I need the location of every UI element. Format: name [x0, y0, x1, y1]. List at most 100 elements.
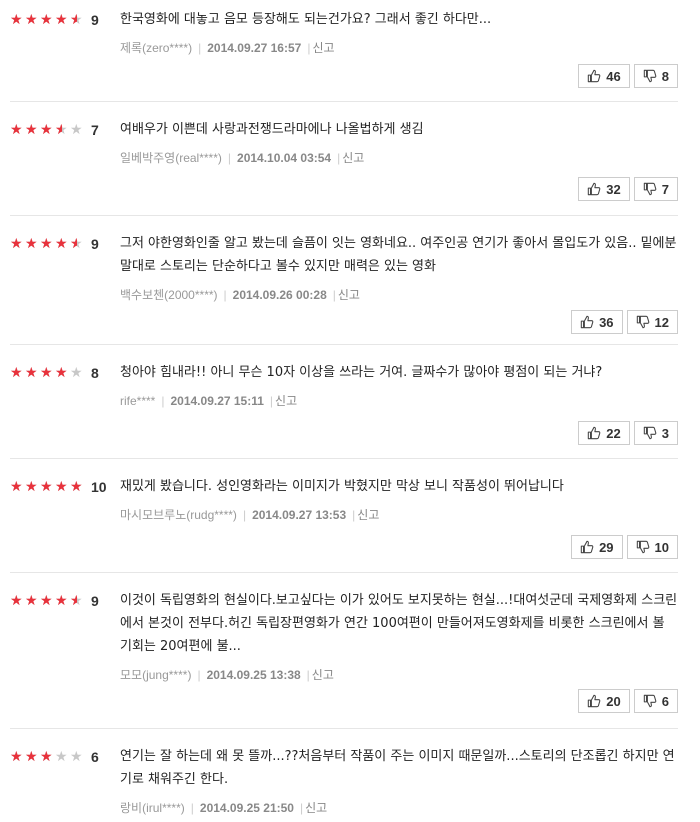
rating-score: 7 [91, 122, 99, 138]
like-button[interactable]: 46 [578, 64, 630, 88]
star-icon: ★ [70, 122, 83, 138]
vote-buttons: 46 8 [578, 64, 678, 88]
star-icon: ★ ★ [40, 749, 53, 765]
report-link[interactable]: 신고 [305, 801, 327, 815]
star-icon: ★ ★ [40, 365, 53, 381]
review-author[interactable]: 마시모브루노(rudg****) [120, 508, 237, 522]
like-count: 29 [599, 539, 614, 555]
dislike-count: 10 [654, 539, 669, 555]
star-icon: ★ [55, 749, 68, 765]
divider: | [306, 668, 310, 682]
review-author[interactable]: 백수보첸(2000****) [120, 288, 218, 302]
star-fill: ★ [40, 123, 53, 137]
report-link[interactable]: 신고 [312, 41, 334, 55]
divider: | [227, 151, 232, 165]
report-link[interactable]: 신고 [342, 151, 364, 165]
star-fill: ★ [25, 750, 38, 764]
like-count: 20 [606, 693, 621, 709]
review-body: 여배우가 이쁜데 사랑과전쟁드라마에나 나올법하게 생김 일베박주영(real**… [120, 118, 678, 166]
star-fill: ★ [10, 750, 23, 764]
review-date: 2014.09.25 21:50 [199, 801, 294, 815]
dislike-count: 3 [661, 425, 669, 441]
review-meta: rife**** | 2014.09.27 15:11 | 신고 [120, 392, 678, 409]
star-icon: ★ ★ [40, 12, 53, 28]
review-item: ★ ★ ★ ★ ★ ★ ★ ★ ★ ★ 9 한국영화에 대놓고 음모 등장해도 되는건가요? 그래서 … [10, 0, 678, 102]
rating-score: 8 [91, 365, 99, 381]
report-link[interactable]: 신고 [275, 394, 297, 408]
star-fill: ★ [40, 237, 53, 251]
review-author[interactable]: rife**** [120, 394, 155, 408]
thumbs-down-icon [636, 315, 650, 329]
review-text: 한국영화에 대놓고 음모 등장해도 되는건가요? 그래서 좋긴 하다만... [120, 12, 492, 27]
star-fill: ★ [55, 123, 62, 137]
divider: | [223, 288, 227, 302]
review-date: 2014.09.26 00:28 [232, 288, 327, 302]
review-author[interactable]: 랑비(irul****) [120, 801, 185, 815]
review-item: ★ ★ ★ ★ ★ ★ ★ ★ 6 연기는 잘 하는데 왜 못 뜰까...??처음부터 작품이 주… [10, 729, 678, 822]
rating: ★ ★ ★ ★ ★ ★ ★ ★ ★ ★ 9 [10, 10, 99, 30]
star-icon: ★ ★ [40, 122, 53, 138]
review-text: 재밌게 봤습니다. 성인영화라는 이미지가 박혔지만 막상 보니 작품성이 뛰어… [120, 479, 564, 494]
dislike-button[interactable]: 8 [633, 64, 678, 88]
like-button[interactable]: 20 [578, 689, 630, 713]
star-fill: ★ [40, 366, 53, 380]
star-fill: ★ [10, 237, 23, 251]
review-text: 청아야 힘내라!! 아니 무슨 10자 이상을 쓰라는 거여. 글짜수가 많아야… [120, 365, 603, 380]
star-fill: ★ [10, 366, 23, 380]
star-icon: ★ ★ [70, 12, 83, 28]
dislike-button[interactable]: 10 [626, 535, 678, 559]
review-author[interactable]: 모모(jung****) [120, 668, 191, 682]
thumbs-up-icon [587, 694, 601, 708]
rating-score: 6 [91, 749, 99, 765]
review-author[interactable]: 제록(zero****) [120, 41, 192, 55]
thumbs-up-icon [587, 69, 601, 83]
star-fill: ★ [25, 366, 38, 380]
dislike-count: 12 [654, 314, 669, 330]
dislike-count: 7 [661, 181, 669, 197]
like-button[interactable]: 32 [578, 177, 630, 201]
star-icon: ★ ★ [70, 236, 83, 252]
report-link[interactable]: 신고 [312, 668, 334, 682]
like-button[interactable]: 29 [571, 535, 623, 559]
report-link[interactable]: 신고 [338, 288, 360, 302]
dislike-button[interactable]: 6 [633, 689, 678, 713]
star-icon: ★ ★ [10, 122, 23, 138]
review-body: 재밌게 봤습니다. 성인영화라는 이미지가 박혔지만 막상 보니 작품성이 뛰어… [120, 475, 678, 523]
review-item: ★ ★ ★ ★ ★ ★ ★ ★ ★ ★ 9 그저 야한영화인줄 알고 봤는데 슬픔이 잇는 영화네요.… [10, 216, 678, 345]
vote-buttons: 29 10 [571, 535, 678, 559]
like-count: 36 [599, 314, 614, 330]
rating-stars: ★ ★ ★ ★ ★ ★ ★ ★ ★ ★ [10, 13, 85, 27]
like-button[interactable]: 22 [578, 421, 630, 445]
star-fill: ★ [25, 237, 38, 251]
divider: | [332, 288, 336, 302]
rating-stars: ★ ★ ★ ★ ★ ★ ★ ★ ★ [10, 366, 85, 380]
review-author[interactable]: 일베박주영(real****) [120, 151, 222, 165]
dislike-button[interactable]: 12 [626, 310, 678, 334]
review-meta: 마시모브루노(rudg****) | 2014.09.27 13:53 | 신고 [120, 506, 678, 523]
divider: | [299, 801, 304, 815]
star-fill: ★ [55, 480, 68, 494]
rating: ★ ★ ★ ★ ★ ★ ★ ★ ★ ★ 10 [10, 477, 107, 497]
star-icon: ★ ★ [10, 236, 23, 252]
star-icon: ★ ★ [70, 479, 83, 495]
report-link[interactable]: 신고 [357, 508, 379, 522]
dislike-button[interactable]: 7 [633, 177, 678, 201]
vote-buttons: 20 6 [578, 689, 678, 713]
star-icon: ★ ★ [40, 593, 53, 609]
thumbs-down-icon [636, 540, 650, 554]
dislike-button[interactable]: 3 [633, 421, 678, 445]
star-icon: ★ ★ [25, 365, 38, 381]
star-fill: ★ [70, 13, 77, 27]
dislike-count: 6 [661, 693, 669, 709]
thumbs-down-icon [643, 182, 657, 196]
star-fill: ★ [25, 13, 38, 27]
star-icon: ★ ★ [25, 593, 38, 609]
star-icon: ★ ★ [25, 749, 38, 765]
review-item: ★ ★ ★ ★ ★ ★ ★ ★ ★ 8 청아야 힘내라!! 아니 무슨 10자 이상을 쓰라는 거여… [10, 345, 678, 459]
star-icon: ★ ★ [55, 479, 68, 495]
thumbs-down-icon [643, 69, 657, 83]
star-fill: ★ [40, 750, 53, 764]
review-body: 청아야 힘내라!! 아니 무슨 10자 이상을 쓰라는 거여. 글짜수가 많아야… [120, 361, 678, 409]
review-body: 그저 야한영화인줄 알고 봤는데 슬픔이 잇는 영화네요.. 여주인공 연기가 … [120, 232, 678, 303]
like-button[interactable]: 36 [571, 310, 623, 334]
